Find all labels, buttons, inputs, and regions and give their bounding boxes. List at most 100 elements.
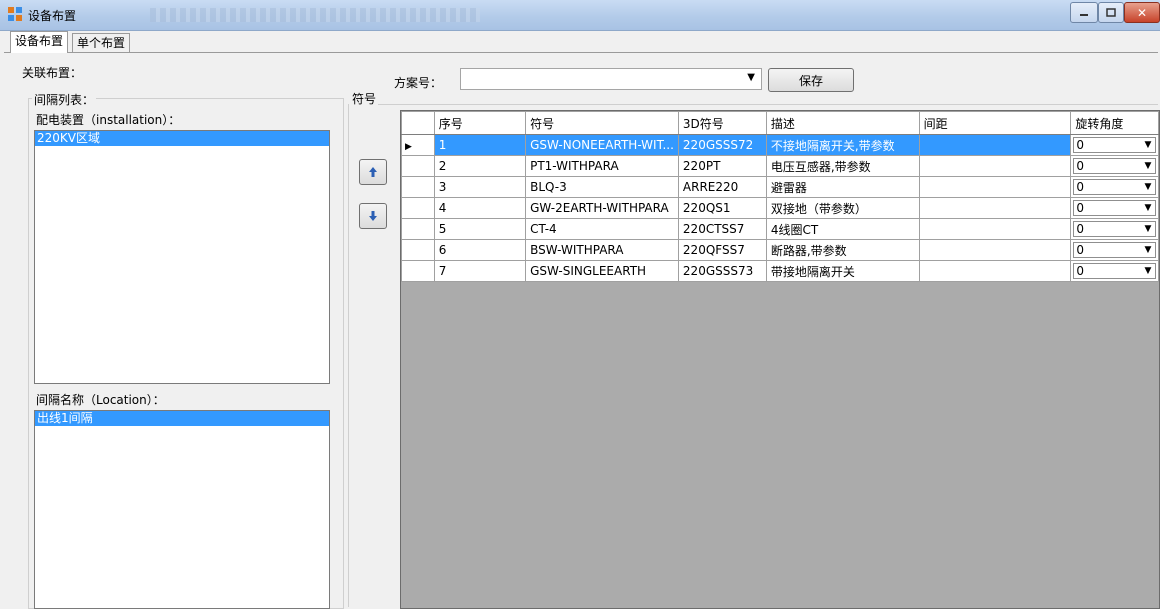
location-listbox[interactable]: 出线1间隔: [34, 410, 330, 609]
move-up-button[interactable]: [359, 159, 387, 185]
cell-description[interactable]: 带接地隔离开关: [765, 260, 920, 282]
tab-device-layout[interactable]: 设备布置: [10, 31, 69, 53]
column-header-rotation[interactable]: 旋转角度: [1070, 111, 1159, 135]
cell-description[interactable]: 双接地（带参数）: [765, 197, 920, 219]
cell-description[interactable]: 断路器,带参数: [765, 239, 920, 261]
rotation-combobox[interactable]: 0 ▼: [1073, 200, 1156, 216]
row-header[interactable]: [401, 218, 435, 240]
row-header[interactable]: [401, 239, 435, 261]
cell-rotation[interactable]: 0 ▼: [1070, 260, 1159, 282]
cell-spacing[interactable]: [918, 134, 1072, 156]
cell-symbol[interactable]: BSW-WITHPARA: [525, 239, 679, 261]
cell-no[interactable]: 6: [433, 239, 527, 261]
cell-3d-symbol[interactable]: 220QS1: [677, 197, 767, 219]
save-button[interactable]: 保存: [768, 68, 854, 92]
table-row[interactable]: 5 CT-4 220CTSS7 4线圈CT 0 ▼: [401, 218, 1159, 240]
symbol-grid[interactable]: 序号 符号 3D符号 描述 间距 旋转角度 ▶ 1 GSW-NONEEARTH-WI…: [400, 110, 1160, 609]
column-header-no[interactable]: 序号: [433, 111, 527, 135]
cell-rotation[interactable]: 0 ▼: [1070, 239, 1159, 261]
cell-3d-symbol[interactable]: 220PT: [677, 155, 767, 177]
table-row[interactable]: 6 BSW-WITHPARA 220QFSS7 断路器,带参数 0 ▼: [401, 239, 1159, 261]
column-header-spacing[interactable]: 间距: [918, 111, 1072, 135]
cell-3d-symbol[interactable]: ARRE220: [677, 176, 767, 198]
table-row[interactable]: 3 BLQ-3 ARRE220 避雷器 0 ▼: [401, 176, 1159, 198]
table-row[interactable]: ▶ 1 GSW-NONEEARTH-WIT... 220GSSS72 不接地隔离开关,带…: [401, 134, 1159, 156]
tab-single-layout[interactable]: 单个布置: [72, 33, 131, 52]
cell-no[interactable]: 2: [433, 155, 527, 177]
rotation-combobox[interactable]: 0 ▼: [1073, 137, 1156, 153]
cell-rotation[interactable]: 0 ▼: [1070, 155, 1159, 177]
column-header-symbol[interactable]: 符号: [525, 111, 679, 135]
cell-spacing[interactable]: [918, 218, 1072, 240]
table-row[interactable]: 2 PT1-WITHPARA 220PT 电压互感器,带参数 0 ▼: [401, 155, 1159, 177]
cell-rotation[interactable]: 0 ▼: [1070, 218, 1159, 240]
list-item[interactable]: 220KV区域: [35, 131, 329, 146]
cell-symbol[interactable]: GSW-SINGLEEARTH: [525, 260, 679, 282]
rotation-value: 0: [1076, 159, 1084, 173]
cell-description[interactable]: 4线圈CT: [765, 218, 920, 240]
cell-symbol[interactable]: BLQ-3: [525, 176, 679, 198]
cell-spacing[interactable]: [918, 260, 1072, 282]
row-header[interactable]: [401, 155, 435, 177]
rotation-combobox[interactable]: 0 ▼: [1073, 242, 1156, 258]
cell-symbol[interactable]: PT1-WITHPARA: [525, 155, 679, 177]
cell-spacing[interactable]: [918, 155, 1072, 177]
chevron-down-icon: ▼: [747, 72, 755, 83]
row-header[interactable]: [401, 197, 435, 219]
arrow-down-icon: [369, 211, 377, 221]
rotation-combobox[interactable]: 0 ▼: [1073, 263, 1156, 279]
row-header[interactable]: [401, 176, 435, 198]
close-button[interactable]: ✕: [1124, 2, 1160, 23]
app-icon: [8, 7, 22, 21]
rotation-value: 0: [1076, 138, 1084, 152]
row-header[interactable]: ▶: [401, 134, 435, 156]
list-item[interactable]: 出线1间隔: [35, 411, 329, 426]
cell-description[interactable]: 不接地隔离开关,带参数: [765, 134, 920, 156]
rotation-value: 0: [1076, 243, 1084, 257]
cell-description[interactable]: 电压互感器,带参数: [765, 155, 920, 177]
minimize-button[interactable]: [1070, 2, 1098, 23]
cell-no[interactable]: 5: [433, 218, 527, 240]
chevron-down-icon: ▼: [1144, 140, 1152, 150]
cell-3d-symbol[interactable]: 220CTSS7: [677, 218, 767, 240]
cell-3d-symbol[interactable]: 220QFSS7: [677, 239, 767, 261]
title-decoration: [150, 8, 480, 22]
table-body: ▶ 1 GSW-NONEEARTH-WIT... 220GSSS72 不接地隔离开关,带…: [401, 134, 1159, 282]
chevron-down-icon: ▼: [1144, 245, 1152, 255]
row-header[interactable]: [401, 260, 435, 282]
column-header-3d-symbol[interactable]: 3D符号: [677, 111, 767, 135]
cell-spacing[interactable]: [918, 197, 1072, 219]
location-label: 间隔名称（Location）：: [36, 393, 165, 407]
cell-rotation[interactable]: 0 ▼: [1070, 176, 1159, 198]
cell-3d-symbol[interactable]: 220GSSS73: [677, 260, 767, 282]
chevron-down-icon: ▼: [1144, 182, 1152, 192]
rotation-combobox[interactable]: 0 ▼: [1073, 221, 1156, 237]
cell-spacing[interactable]: [918, 239, 1072, 261]
cell-3d-symbol[interactable]: 220GSSS72: [677, 134, 767, 156]
move-down-button[interactable]: [359, 203, 387, 229]
rotation-combobox[interactable]: 0 ▼: [1073, 158, 1156, 174]
cell-no[interactable]: 7: [433, 260, 527, 282]
table-row[interactable]: 4 GW-2EARTH-WITHPARA 220QS1 双接地（带参数） 0 ▼: [401, 197, 1159, 219]
rotation-combobox[interactable]: 0 ▼: [1073, 179, 1156, 195]
cell-description[interactable]: 避雷器: [765, 176, 920, 198]
cell-symbol[interactable]: CT-4: [525, 218, 679, 240]
symbol-group-label: 符号: [352, 92, 377, 106]
scheme-combobox[interactable]: ▼: [460, 68, 762, 90]
rotation-value: 0: [1076, 180, 1084, 194]
cell-rotation[interactable]: 0 ▼: [1070, 134, 1159, 156]
column-header-description[interactable]: 描述: [765, 111, 920, 135]
cell-spacing[interactable]: [918, 176, 1072, 198]
cell-rotation[interactable]: 0 ▼: [1070, 197, 1159, 219]
maximize-icon: [1106, 7, 1116, 17]
table-row[interactable]: 7 GSW-SINGLEEARTH 220GSSS73 带接地隔离开关 0 ▼: [401, 260, 1159, 282]
maximize-button[interactable]: [1098, 2, 1124, 23]
chevron-down-icon: ▼: [1144, 161, 1152, 171]
installation-listbox[interactable]: 220KV区域: [34, 130, 330, 384]
cell-symbol[interactable]: GW-2EARTH-WITHPARA: [525, 197, 679, 219]
association-label: 关联布置：: [22, 66, 83, 80]
cell-no[interactable]: 4: [433, 197, 527, 219]
cell-symbol[interactable]: GSW-NONEEARTH-WIT...: [525, 134, 679, 156]
cell-no[interactable]: 1: [433, 134, 527, 156]
cell-no[interactable]: 3: [433, 176, 527, 198]
